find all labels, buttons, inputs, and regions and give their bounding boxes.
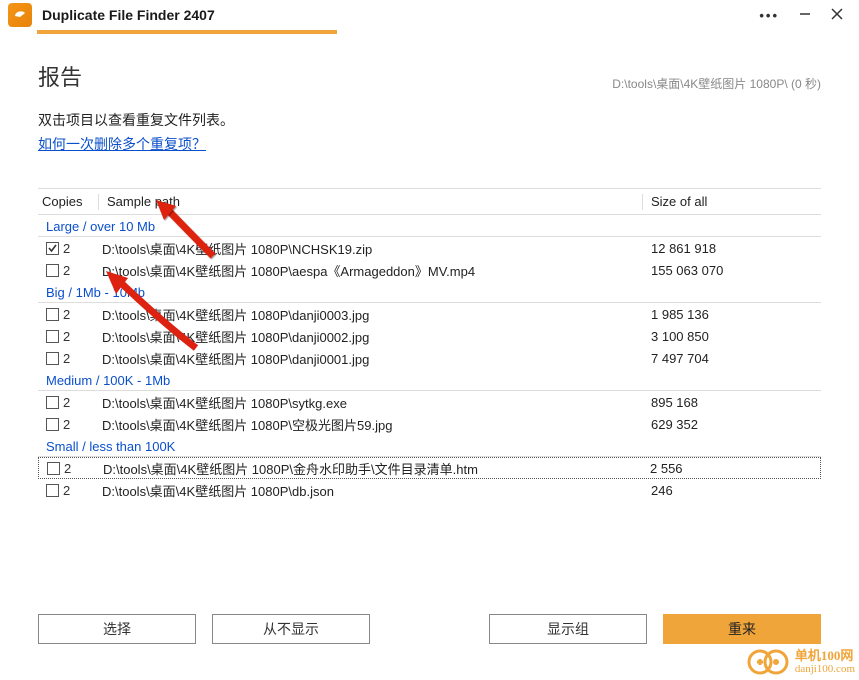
row-checkbox[interactable] — [46, 308, 59, 321]
col-header-copies[interactable]: Copies — [38, 194, 98, 209]
row-checkbox[interactable] — [46, 484, 59, 497]
table-row[interactable]: 2 D:\tools\桌面\4K壁纸图片 1080P\金舟水印助手\文件目录清单.… — [38, 457, 821, 479]
row-checkbox[interactable] — [46, 264, 59, 277]
row-path: D:\tools\桌面\4K壁纸图片 1080P\sytkg.exe — [102, 393, 651, 412]
row-path: D:\tools\桌面\4K壁纸图片 1080P\aespa《Armageddo… — [102, 261, 651, 280]
row-size: 155 063 070 — [651, 263, 821, 278]
row-copies: 2 — [63, 307, 70, 322]
group-header[interactable]: Small / less than 100K — [38, 435, 821, 457]
row-size: 2 556 — [650, 461, 820, 476]
app-title: Duplicate File Finder 2407 — [42, 7, 759, 23]
col-header-size[interactable]: Size of all — [651, 194, 821, 209]
row-path: D:\tools\桌面\4K壁纸图片 1080P\danji0002.jpg — [102, 327, 651, 346]
row-copies: 2 — [63, 351, 70, 366]
show-group-button[interactable]: 显示组 — [489, 614, 647, 644]
instruction-text: 双击项目以查看重复文件列表。 — [38, 110, 821, 130]
titlebar: Duplicate File Finder 2407 ••• — [0, 0, 859, 30]
table-row[interactable]: 2 D:\tools\桌面\4K壁纸图片 1080P\NCHSK19.zip12 … — [38, 237, 821, 259]
row-size: 3 100 850 — [651, 329, 821, 344]
close-icon[interactable] — [831, 8, 843, 23]
row-copies: 2 — [63, 417, 70, 432]
scan-path-info: D:\tools\桌面\4K壁纸图片 1080P\ (0 秒) — [612, 75, 821, 92]
row-copies: 2 — [63, 329, 70, 344]
watermark: 单机100网 danji100.com — [747, 648, 855, 676]
minimize-icon[interactable] — [799, 8, 811, 23]
table-row[interactable]: 2 D:\tools\桌面\4K壁纸图片 1080P\danji0002.jpg3… — [38, 325, 821, 347]
row-checkbox[interactable] — [46, 418, 59, 431]
table-row[interactable]: 2 D:\tools\桌面\4K壁纸图片 1080P\sytkg.exe895 1… — [38, 391, 821, 413]
row-copies: 2 — [63, 263, 70, 278]
row-size: 1 985 136 — [651, 307, 821, 322]
col-header-path[interactable]: Sample path — [107, 194, 642, 209]
table-header: Copies Sample path Size of all — [38, 189, 821, 215]
watermark-url: danji100.com — [795, 663, 855, 675]
row-path: D:\tools\桌面\4K壁纸图片 1080P\danji0003.jpg — [102, 305, 651, 324]
table-row[interactable]: 2 D:\tools\桌面\4K壁纸图片 1080P\空极光图片59.jpg629… — [38, 413, 821, 435]
page-title: 报告 — [38, 60, 82, 92]
row-size: 7 497 704 — [651, 351, 821, 366]
row-path: D:\tools\桌面\4K壁纸图片 1080P\db.json — [102, 481, 651, 500]
row-checkbox[interactable] — [46, 352, 59, 365]
table-row[interactable]: 2 D:\tools\桌面\4K壁纸图片 1080P\aespa《Armagedd… — [38, 259, 821, 281]
row-size: 895 168 — [651, 395, 821, 410]
row-checkbox[interactable] — [46, 396, 59, 409]
retry-button[interactable]: 重来 — [663, 614, 821, 644]
results-table: Copies Sample path Size of all Large / o… — [38, 188, 821, 501]
group-header[interactable]: Medium / 100K - 1Mb — [38, 369, 821, 391]
row-copies: 2 — [63, 395, 70, 410]
help-link[interactable]: 如何一次删除多个重复项？ — [38, 134, 206, 154]
watermark-icon — [747, 648, 791, 676]
row-size: 12 861 918 — [651, 241, 821, 256]
row-path: D:\tools\桌面\4K壁纸图片 1080P\空极光图片59.jpg — [102, 415, 651, 434]
table-row[interactable]: 2 D:\tools\桌面\4K壁纸图片 1080P\db.json246 — [38, 479, 821, 501]
table-row[interactable]: 2 D:\tools\桌面\4K壁纸图片 1080P\danji0001.jpg7… — [38, 347, 821, 369]
row-checkbox[interactable] — [47, 462, 60, 475]
row-size: 629 352 — [651, 417, 821, 432]
never-show-button[interactable]: 从不显示 — [212, 614, 370, 644]
app-icon — [8, 3, 32, 27]
row-copies: 2 — [63, 483, 70, 498]
footer-buttons: 选择 从不显示 显示组 重来 — [38, 614, 821, 644]
select-button[interactable]: 选择 — [38, 614, 196, 644]
watermark-name: 单机100网 — [795, 649, 855, 663]
row-copies: 2 — [63, 241, 70, 256]
row-path: D:\tools\桌面\4K壁纸图片 1080P\NCHSK19.zip — [102, 239, 651, 258]
group-header[interactable]: Big / 1Mb - 10Mb — [38, 281, 821, 303]
row-path: D:\tools\桌面\4K壁纸图片 1080P\danji0001.jpg — [102, 349, 651, 368]
group-header[interactable]: Large / over 10 Mb — [38, 215, 821, 237]
row-copies: 2 — [64, 461, 71, 476]
more-icon[interactable]: ••• — [759, 8, 779, 23]
table-row[interactable]: 2 D:\tools\桌面\4K壁纸图片 1080P\danji0003.jpg1… — [38, 303, 821, 325]
row-checkbox[interactable] — [46, 330, 59, 343]
row-checkbox[interactable] — [46, 242, 59, 255]
row-path: D:\tools\桌面\4K壁纸图片 1080P\金舟水印助手\文件目录清单.h… — [103, 459, 650, 478]
row-size: 246 — [651, 483, 821, 498]
